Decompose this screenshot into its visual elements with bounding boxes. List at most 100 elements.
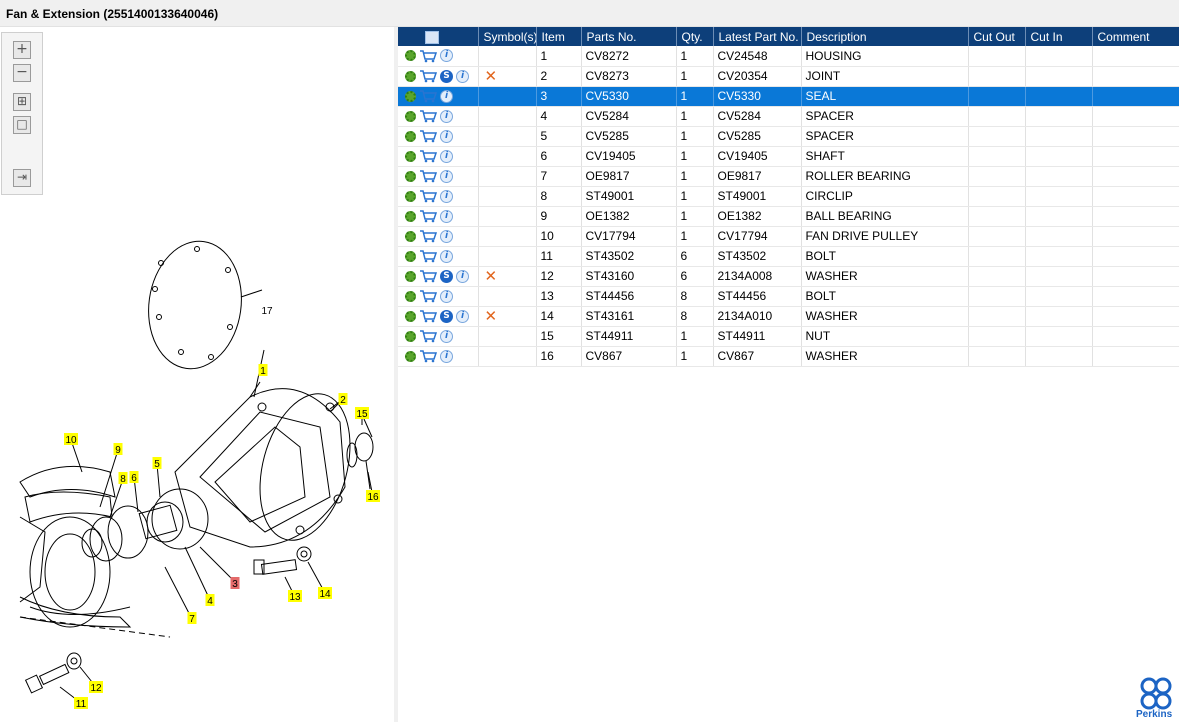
- table-row[interactable]: i 4 CV5284 1 CV5284 SPACER: [398, 106, 1179, 127]
- info-icon[interactable]: i: [440, 209, 453, 223]
- options-gear-icon[interactable]: [405, 70, 416, 82]
- add-to-cart-icon[interactable]: [419, 129, 438, 143]
- info-icon[interactable]: i: [456, 309, 469, 323]
- callout-15[interactable]: 15: [356, 409, 368, 420]
- callout-8[interactable]: 8: [120, 474, 126, 485]
- options-gear-icon[interactable]: [405, 190, 416, 202]
- info-icon[interactable]: i: [440, 49, 453, 63]
- search-icon[interactable]: [425, 30, 439, 44]
- callout-10[interactable]: 10: [65, 435, 77, 446]
- zoom-out-button[interactable]: −: [13, 64, 31, 82]
- callout-6[interactable]: 6: [131, 473, 137, 484]
- table-row[interactable]: i 11 ST43502 6 ST43502 BOLT: [398, 246, 1179, 267]
- info-icon[interactable]: i: [440, 289, 453, 303]
- table-row[interactable]: i 8 ST49001 1 ST49001 CIRCLIP: [398, 186, 1179, 207]
- zoom-in-button[interactable]: +: [13, 41, 31, 59]
- callout-14[interactable]: 14: [319, 589, 331, 600]
- table-row[interactable]: Si ✕ 12 ST43160 6 2134A008 WASHER: [398, 266, 1179, 287]
- add-to-cart-icon[interactable]: [419, 329, 438, 343]
- callout-9[interactable]: 9: [115, 445, 121, 456]
- column-header-symbols[interactable]: Symbol(s): [478, 27, 537, 46]
- diagram-pane[interactable]: 1 2 3 4 5 6 7 8 9 10 11 12 13 14 15 16 17 + − ⊞ □ ⇥: [0, 27, 394, 722]
- info-icon[interactable]: i: [440, 189, 453, 203]
- table-row[interactable]: i 7 OE9817 1 OE9817 ROLLER BEARING: [398, 166, 1179, 187]
- options-gear-icon[interactable]: [405, 130, 416, 142]
- callout-12[interactable]: 12: [90, 683, 102, 694]
- table-row[interactable]: i 9 OE1382 1 OE1382 BALL BEARING: [398, 206, 1179, 227]
- options-gear-icon[interactable]: [405, 250, 416, 262]
- options-gear-icon[interactable]: [405, 270, 416, 282]
- info-icon[interactable]: i: [440, 249, 453, 263]
- column-header-cut-out[interactable]: Cut Out: [968, 27, 1026, 46]
- options-gear-icon[interactable]: [405, 330, 416, 342]
- add-to-cart-icon[interactable]: [419, 209, 438, 223]
- add-to-cart-icon[interactable]: [419, 309, 438, 323]
- info-icon[interactable]: i: [440, 169, 453, 183]
- add-to-cart-icon[interactable]: [419, 69, 438, 83]
- info-icon[interactable]: i: [440, 149, 453, 163]
- add-to-cart-icon[interactable]: [419, 89, 438, 103]
- callout-7[interactable]: 7: [189, 614, 195, 625]
- info-icon[interactable]: i: [440, 329, 453, 343]
- callout-16[interactable]: 16: [367, 492, 379, 503]
- info-icon[interactable]: i: [456, 69, 469, 83]
- callout-11[interactable]: 11: [76, 699, 87, 710]
- table-row[interactable]: i 10 CV17794 1 CV17794 FAN DRIVE PULLEY: [398, 226, 1179, 247]
- fit-all-button[interactable]: ⊞: [13, 93, 31, 111]
- table-row[interactable]: Si ✕ 14 ST43161 8 2134A010 WASHER: [398, 306, 1179, 327]
- add-to-cart-icon[interactable]: [419, 249, 438, 263]
- info-icon[interactable]: i: [440, 129, 453, 143]
- column-header-qty[interactable]: Qty.: [676, 27, 714, 46]
- options-gear-icon[interactable]: [405, 90, 416, 102]
- table-row[interactable]: i 16 CV867 1 CV867 WASHER: [398, 346, 1179, 367]
- fit-page-button[interactable]: □: [13, 116, 31, 134]
- add-to-cart-icon[interactable]: [419, 349, 438, 363]
- table-row[interactable]: i 3 CV5330 1 CV5330 SEAL: [398, 86, 1179, 107]
- callout-3[interactable]: 3: [232, 579, 238, 590]
- table-row[interactable]: i 1 CV8272 1 CV24548 HOUSING: [398, 46, 1179, 67]
- supersession-icon[interactable]: S: [440, 269, 453, 283]
- options-gear-icon[interactable]: [405, 50, 416, 62]
- add-to-cart-icon[interactable]: [419, 229, 438, 243]
- options-gear-icon[interactable]: [405, 230, 416, 242]
- table-row[interactable]: i 6 CV19405 1 CV19405 SHAFT: [398, 146, 1179, 167]
- info-icon[interactable]: i: [440, 229, 453, 243]
- options-gear-icon[interactable]: [405, 310, 416, 322]
- column-header-description[interactable]: Description: [801, 27, 969, 46]
- table-row[interactable]: Si ✕ 2 CV8273 1 CV20354 JOINT: [398, 66, 1179, 87]
- add-to-cart-icon[interactable]: [419, 49, 438, 63]
- options-gear-icon[interactable]: [405, 150, 416, 162]
- supersession-icon[interactable]: S: [440, 69, 453, 83]
- exploded-diagram[interactable]: 12345678910111213 14151617: [0, 27, 394, 722]
- callout-4[interactable]: 4: [207, 596, 213, 607]
- column-header-parts-no[interactable]: Parts No.: [581, 27, 677, 46]
- export-button[interactable]: ⇥: [13, 169, 31, 187]
- callout-13[interactable]: 13: [289, 592, 301, 603]
- add-to-cart-icon[interactable]: [419, 169, 438, 183]
- info-icon[interactable]: i: [440, 109, 453, 123]
- options-gear-icon[interactable]: [405, 350, 416, 362]
- column-header-cut-in[interactable]: Cut In: [1025, 27, 1093, 46]
- options-gear-icon[interactable]: [405, 210, 416, 222]
- add-to-cart-icon[interactable]: [419, 289, 438, 303]
- column-header-item[interactable]: Item: [536, 27, 582, 46]
- table-row[interactable]: i 5 CV5285 1 CV5285 SPACER: [398, 126, 1179, 147]
- table-row[interactable]: i 13 ST44456 8 ST44456 BOLT: [398, 286, 1179, 307]
- supersession-icon[interactable]: S: [440, 309, 453, 323]
- add-to-cart-icon[interactable]: [419, 189, 438, 203]
- info-icon[interactable]: i: [440, 89, 453, 103]
- add-to-cart-icon[interactable]: [419, 109, 438, 123]
- column-header-latest-part-no[interactable]: Latest Part No.: [713, 27, 802, 46]
- callout-5[interactable]: 5: [154, 459, 160, 470]
- add-to-cart-icon[interactable]: [419, 149, 438, 163]
- table-row[interactable]: i 15 ST44911 1 ST44911 NUT: [398, 326, 1179, 347]
- add-to-cart-icon[interactable]: [419, 269, 438, 283]
- options-gear-icon[interactable]: [405, 290, 416, 302]
- info-icon[interactable]: i: [440, 349, 453, 363]
- callout-2[interactable]: 2: [340, 395, 346, 406]
- options-gear-icon[interactable]: [405, 110, 416, 122]
- column-header-actions[interactable]: [398, 27, 479, 46]
- column-header-comment[interactable]: Comment: [1092, 27, 1179, 46]
- callout-17[interactable]: 17: [261, 306, 273, 317]
- callout-1[interactable]: 1: [260, 366, 266, 377]
